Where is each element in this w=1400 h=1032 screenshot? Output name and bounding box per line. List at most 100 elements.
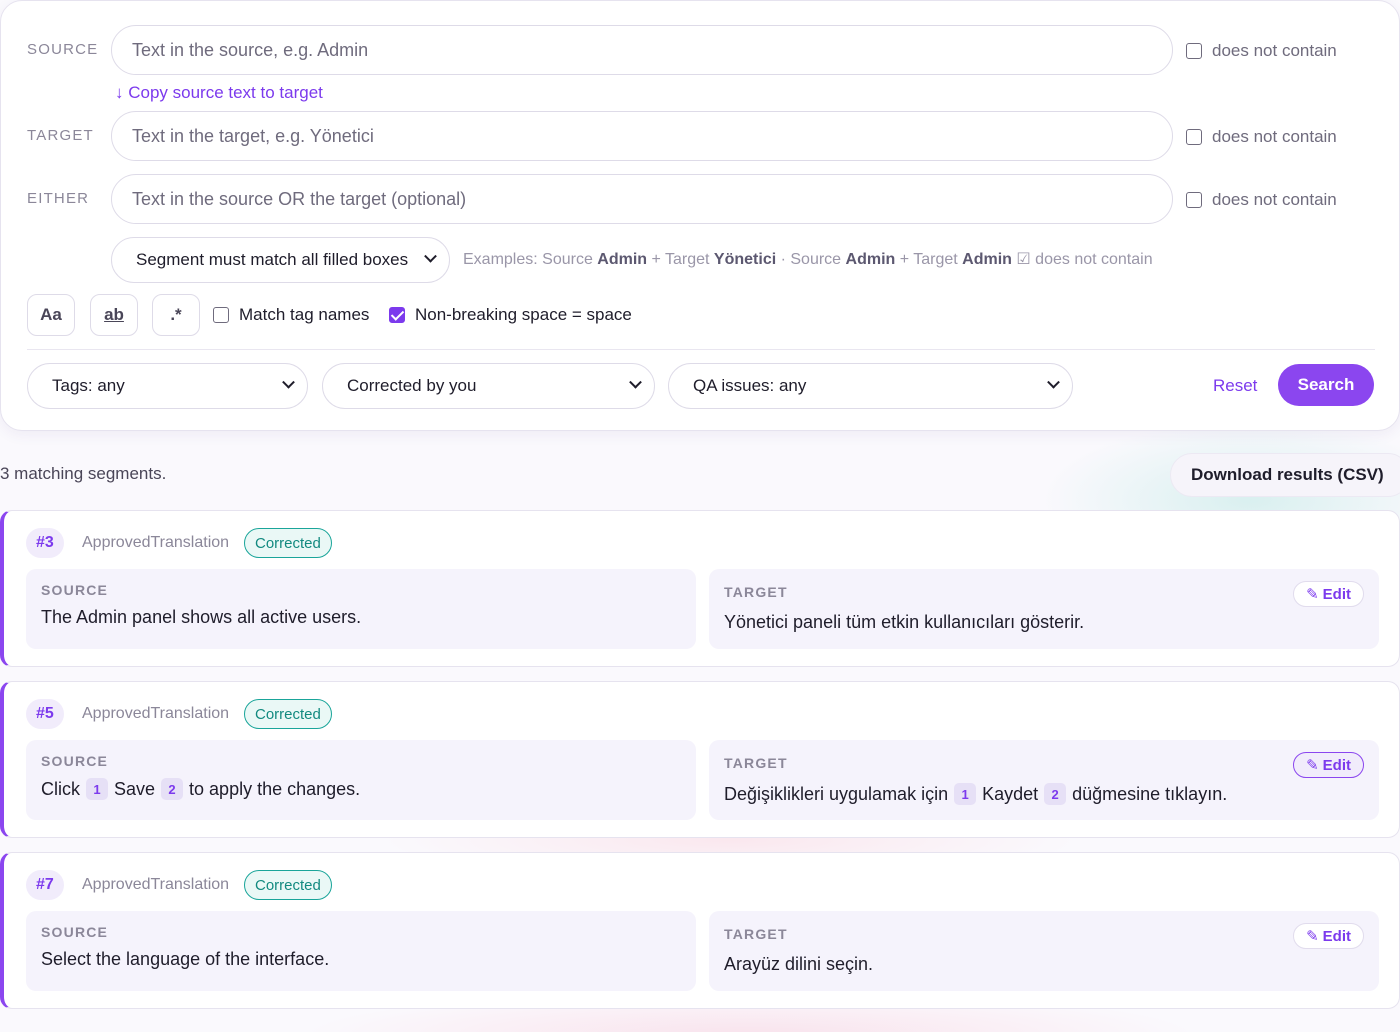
search-button[interactable]: Search xyxy=(1278,364,1374,406)
nbsp-box[interactable] xyxy=(389,307,405,323)
match-tag-names-label: Match tag names xyxy=(239,305,370,324)
either-negate-checkbox[interactable]: does not contain xyxy=(1186,190,1337,210)
either-negate-box[interactable] xyxy=(1186,192,1202,208)
source-label: SOURCE xyxy=(27,41,99,58)
segment-card: #5 ApprovedTranslation Corrected SOURCE … xyxy=(0,681,1400,838)
pencil-icon: ✎ xyxy=(1306,928,1319,945)
source-pane: SOURCE Select the language of the interf… xyxy=(26,911,696,991)
source-negate-box[interactable] xyxy=(1186,43,1202,59)
target-text-part: Değişiklikleri uygulamak için xyxy=(724,783,949,804)
source-pane-label: SOURCE xyxy=(41,582,109,598)
status-badge: Corrected xyxy=(244,870,332,900)
status-badge: Corrected xyxy=(244,528,332,558)
target-text: Yönetici paneli tüm etkin kullanıcıları … xyxy=(724,612,1085,632)
chevron-down-icon xyxy=(424,249,437,263)
target-text-part: düğmesine tıklayın. xyxy=(1072,783,1228,804)
inline-tag: 1 xyxy=(86,778,108,800)
match-mode-value: Segment must match all filled boxes xyxy=(136,250,409,269)
corrected-filter-value: Corrected by you xyxy=(347,376,477,395)
examples-mid-1: + Target xyxy=(647,251,714,268)
match-tag-names-checkbox[interactable]: Match tag names xyxy=(213,305,369,325)
target-pane: TARGET ✎ Edit Arayüz dilini seçin. xyxy=(709,911,1379,991)
inline-tag: 2 xyxy=(1044,783,1067,805)
source-pane: SOURCE The Admin panel shows all active … xyxy=(26,569,696,649)
example-2-source: Admin xyxy=(845,251,896,268)
whole-word-toggle[interactable]: ab xyxy=(90,294,138,336)
source-negate-label: does not contain xyxy=(1212,41,1337,60)
search-panel: SOURCE does not contain ↓ Copy source te… xyxy=(0,0,1400,431)
match-case-toggle[interactable]: Aa xyxy=(27,294,75,336)
reset-button[interactable]: Reset xyxy=(1213,376,1257,396)
chevron-down-icon xyxy=(629,375,642,389)
regex-label: .* xyxy=(170,305,182,324)
copy-source-to-target-link[interactable]: ↓ Copy source text to target xyxy=(115,83,323,103)
segment-status: ApprovedTranslation xyxy=(82,705,230,722)
tags-filter-value: Tags: any xyxy=(52,376,125,395)
inline-tag: 1 xyxy=(954,783,977,805)
source-text: Click 1 Save 2 to apply the changes. xyxy=(41,778,360,800)
target-pane-label: TARGET xyxy=(724,755,788,771)
edit-label: Edit xyxy=(1322,585,1351,603)
target-pane-label: TARGET xyxy=(724,584,788,600)
search-examples: Examples: Source Admin + Target Yönetici… xyxy=(463,249,1153,269)
source-text: The Admin panel shows all active users. xyxy=(41,607,362,627)
target-negate-box[interactable] xyxy=(1186,129,1202,145)
source-text-part: Click xyxy=(41,778,80,799)
target-pane: TARGET ✎ Edit Değişiklikleri uygulamak iç… xyxy=(709,740,1379,820)
examples-suffix: ☑ does not contain xyxy=(1011,251,1153,268)
results-summary: 3 matching segments. xyxy=(0,464,167,483)
divider xyxy=(27,349,1375,350)
match-mode-select[interactable]: Segment must match all filled boxes xyxy=(111,237,450,283)
edit-label: Edit xyxy=(1322,756,1351,774)
target-text-part: Kaydet xyxy=(982,783,1039,804)
download-csv-button[interactable]: Download results (CSV) xyxy=(1170,453,1400,497)
pencil-icon: ✎ xyxy=(1306,757,1319,774)
regex-toggle[interactable]: .* xyxy=(152,294,200,336)
examples-mid-2: + Target xyxy=(895,251,963,268)
either-label: EITHER xyxy=(27,190,90,207)
source-text-part: to apply the changes. xyxy=(189,778,361,799)
edit-label: Edit xyxy=(1322,927,1351,945)
match-case-label: Aa xyxy=(40,305,62,324)
source-text-part: Save xyxy=(114,778,156,799)
either-search-input[interactable] xyxy=(111,174,1173,224)
target-pane: TARGET ✎ Edit Yönetici paneli tüm etkin k… xyxy=(709,569,1379,649)
edit-button[interactable]: ✎ Edit xyxy=(1293,923,1364,949)
corrected-filter-select[interactable]: Corrected by you xyxy=(322,363,655,409)
target-negate-checkbox[interactable]: does not contain xyxy=(1186,127,1337,147)
pencil-icon: ✎ xyxy=(1306,586,1319,603)
examples-prefix: Examples: Source xyxy=(463,251,598,268)
segment-status: ApprovedTranslation xyxy=(82,534,230,551)
segment-card: #7 ApprovedTranslation Corrected SOURCE … xyxy=(0,852,1400,1009)
tags-filter-select[interactable]: Tags: any xyxy=(27,363,308,409)
source-search-input[interactable] xyxy=(111,25,1173,75)
inline-tag: 2 xyxy=(161,778,184,800)
chevron-down-icon xyxy=(282,375,295,389)
edit-button[interactable]: ✎ Edit xyxy=(1293,752,1364,778)
source-negate-checkbox[interactable]: does not contain xyxy=(1186,41,1337,61)
qa-filter-value: QA issues: any xyxy=(693,376,807,395)
source-text: Select the language of the interface. xyxy=(41,949,330,969)
segment-id[interactable]: #5 xyxy=(26,699,64,729)
target-text: Değişiklikleri uygulamak için 1 Kaydet 2… xyxy=(724,783,1227,805)
edit-button[interactable]: ✎ Edit xyxy=(1293,581,1364,607)
qa-filter-select[interactable]: QA issues: any xyxy=(668,363,1073,409)
chevron-down-icon xyxy=(1047,375,1060,389)
nbsp-checkbox[interactable]: Non-breaking space = space xyxy=(389,305,632,325)
segment-card: #3 ApprovedTranslation Corrected SOURCE … xyxy=(0,510,1400,667)
nbsp-label: Non-breaking space = space xyxy=(415,305,632,324)
examples-separator: · Source xyxy=(776,251,846,268)
segment-id[interactable]: #7 xyxy=(26,870,64,900)
target-text: Arayüz dilini seçin. xyxy=(724,954,874,974)
target-search-input[interactable] xyxy=(111,111,1173,161)
source-pane-label: SOURCE xyxy=(41,924,109,940)
target-label: TARGET xyxy=(27,127,94,144)
segment-id[interactable]: #3 xyxy=(26,528,64,558)
example-1-target: Yönetici xyxy=(713,251,777,268)
status-badge: Corrected xyxy=(244,699,332,729)
example-1-source: Admin xyxy=(597,251,648,268)
target-pane-label: TARGET xyxy=(724,926,788,942)
source-pane: SOURCE Click 1 Save 2 to apply the chang… xyxy=(26,740,696,820)
source-pane-label: SOURCE xyxy=(41,753,109,769)
match-tag-names-box[interactable] xyxy=(213,307,229,323)
